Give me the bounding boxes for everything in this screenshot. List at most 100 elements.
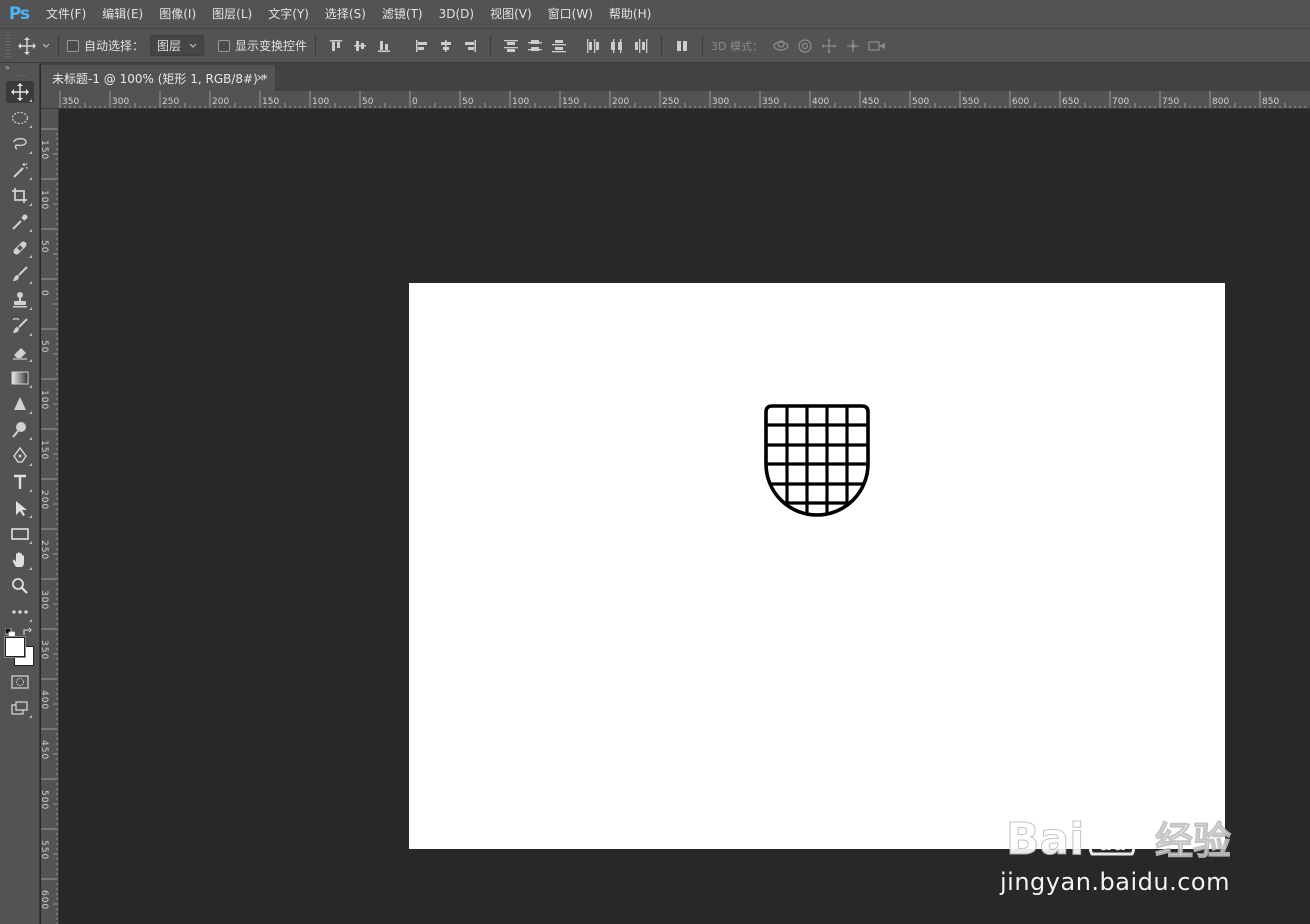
close-icon[interactable]: × xyxy=(256,71,265,84)
vertical-ruler-ticks: 1501005005010015020025030035040045050055… xyxy=(41,128,58,924)
gradient-tool-icon[interactable] xyxy=(0,365,40,391)
ruler-label: 100 xyxy=(41,390,49,410)
3d-pan-icon[interactable] xyxy=(818,35,840,57)
crop-tool-icon[interactable] xyxy=(0,183,40,209)
pen-tool-icon[interactable] xyxy=(0,443,40,469)
3d-roll-icon[interactable] xyxy=(794,35,816,57)
auto-select-target-dropdown[interactable]: 图层 xyxy=(150,35,205,56)
menu-item[interactable]: 编辑(E) xyxy=(94,0,151,28)
menu-item[interactable]: 选择(S) xyxy=(317,0,374,28)
vertical-ruler[interactable]: 150 100 50 0 50 100 150 200 250 300 350 400 450 500 55… xyxy=(41,109,59,924)
3d-camera-icon[interactable] xyxy=(866,35,888,57)
eraser-tool-icon[interactable] xyxy=(0,339,40,365)
hand-tool-icon[interactable] xyxy=(0,547,40,573)
ruler-label: 200 xyxy=(612,97,629,107)
show-transform-label: 显示变换控件 xyxy=(235,39,308,53)
menu-item[interactable]: 帮助(H) xyxy=(601,0,659,28)
type-tool-icon[interactable] xyxy=(0,469,40,495)
clone-stamp-tool-icon[interactable] xyxy=(0,287,40,313)
ruler-label: 50 xyxy=(41,340,49,353)
distribute-top-icon[interactable] xyxy=(500,35,522,57)
ruler-label: 150 xyxy=(262,97,279,107)
horizontal-ruler[interactable]: 350 300 250 200 150 100 50 0 50 100 150 200 250 300 35… xyxy=(41,91,1310,109)
color-swatches xyxy=(0,625,39,669)
ruler-label: 650 xyxy=(1062,97,1079,107)
menu-item[interactable]: 3D(D) xyxy=(431,0,482,28)
document-tab-bar: 未标题-1 @ 100% (矩形 1, RGB/8#) * × xyxy=(41,63,1310,91)
eyedropper-tool-icon[interactable] xyxy=(0,209,40,235)
rectangle-tool-icon[interactable] xyxy=(0,521,40,547)
quick-mask-icon[interactable] xyxy=(0,669,40,695)
healing-brush-tool-icon[interactable] xyxy=(0,235,40,261)
screen-mode-icon[interactable] xyxy=(0,695,40,721)
document-tab-title: 未标题-1 @ 100% (矩形 1, RGB/8#) * xyxy=(52,71,268,86)
ruler-label: 0 xyxy=(412,97,418,107)
ruler-label: 450 xyxy=(41,740,49,760)
align-top-icon[interactable] xyxy=(325,35,347,57)
align-horizontal-center-icon[interactable] xyxy=(435,35,457,57)
zoom-tool-icon[interactable] xyxy=(0,573,40,599)
ruler-label: 500 xyxy=(912,97,929,107)
grid-shield-shape xyxy=(764,404,870,517)
ruler-label: 550 xyxy=(41,840,49,860)
tools-panel: » xyxy=(0,63,40,924)
menu-item[interactable]: 图层(L) xyxy=(204,0,260,28)
move-tool-icon[interactable] xyxy=(0,79,40,105)
chevron-down-icon xyxy=(189,43,197,48)
move-tool-preset-icon[interactable] xyxy=(18,36,36,55)
menu-item[interactable]: 视图(V) xyxy=(482,0,540,28)
auto-align-layers-icon[interactable] xyxy=(671,35,693,57)
auto-select-checkbox[interactable] xyxy=(67,39,79,52)
document-tab[interactable]: 未标题-1 @ 100% (矩形 1, RGB/8#) * × xyxy=(41,65,275,91)
blur-tool-icon[interactable] xyxy=(0,391,40,417)
menu-item[interactable]: 文件(F) xyxy=(38,0,94,28)
ruler-label: 350 xyxy=(41,640,49,660)
align-left-icon[interactable] xyxy=(411,35,433,57)
ruler-label: 50 xyxy=(462,97,474,107)
photoshop-logo: Ps xyxy=(8,4,30,24)
ruler-label: 700 xyxy=(1112,97,1129,107)
ruler-label: 250 xyxy=(41,540,49,560)
separator xyxy=(702,34,704,57)
3d-orbit-icon[interactable] xyxy=(770,35,792,57)
ruler-label: 550 xyxy=(962,97,979,107)
distribute-right-icon[interactable] xyxy=(630,35,652,57)
show-transform-checkbox[interactable] xyxy=(218,39,231,52)
align-right-icon[interactable] xyxy=(459,35,481,57)
ruler-label: 850 xyxy=(1262,97,1279,107)
panel-collapse-toggle[interactable]: » xyxy=(0,63,39,75)
ruler-label: 50 xyxy=(362,97,374,107)
menu-item[interactable]: 图像(I) xyxy=(151,0,204,28)
distribute-left-icon[interactable] xyxy=(582,35,604,57)
more-tools-icon[interactable] xyxy=(0,599,40,625)
foreground-color-swatch[interactable] xyxy=(5,637,25,657)
distribute-vertical-center-icon[interactable] xyxy=(524,35,546,57)
brush-tool-icon[interactable] xyxy=(0,261,40,287)
menu-items: 文件(F) 编辑(E) 图像(I) 图层(L) 文字(Y) 选择(S) 滤镜(T) 3D(D)… xyxy=(38,0,659,28)
canvas-artwork xyxy=(764,404,870,517)
document-canvas[interactable] xyxy=(409,283,1225,849)
lasso-tool-icon[interactable] xyxy=(0,131,40,157)
menu-bar: Ps 文件(F) 编辑(E) 图像(I) 图层(L) 文字(Y) 选择(S) 滤镜(T) 3D… xyxy=(0,0,1310,28)
align-vertical-center-icon[interactable] xyxy=(349,35,371,57)
path-selection-tool-icon[interactable] xyxy=(0,495,40,521)
separator xyxy=(490,34,492,57)
menu-item[interactable]: 窗口(W) xyxy=(540,0,601,28)
ruler-label: 150 xyxy=(562,97,579,107)
distribute-bottom-icon[interactable] xyxy=(548,35,570,57)
options-grip[interactable] xyxy=(6,34,10,57)
3d-slide-icon[interactable] xyxy=(842,35,864,57)
menu-item[interactable]: 滤镜(T) xyxy=(374,0,431,28)
ruler-label: 500 xyxy=(41,790,49,810)
ruler-label: 100 xyxy=(41,190,49,210)
magic-wand-tool-icon[interactable] xyxy=(0,157,40,183)
marquee-tool-icon[interactable] xyxy=(0,105,40,131)
menu-item[interactable]: 文字(Y) xyxy=(260,0,317,28)
distribute-horizontal-center-icon[interactable] xyxy=(606,35,628,57)
dodge-tool-icon[interactable] xyxy=(0,417,40,443)
history-brush-tool-icon[interactable] xyxy=(0,313,40,339)
ruler-label: 600 xyxy=(1012,97,1029,107)
ruler-label: 400 xyxy=(812,97,829,107)
chevron-down-icon[interactable] xyxy=(42,43,50,49)
align-bottom-icon[interactable] xyxy=(373,35,395,57)
